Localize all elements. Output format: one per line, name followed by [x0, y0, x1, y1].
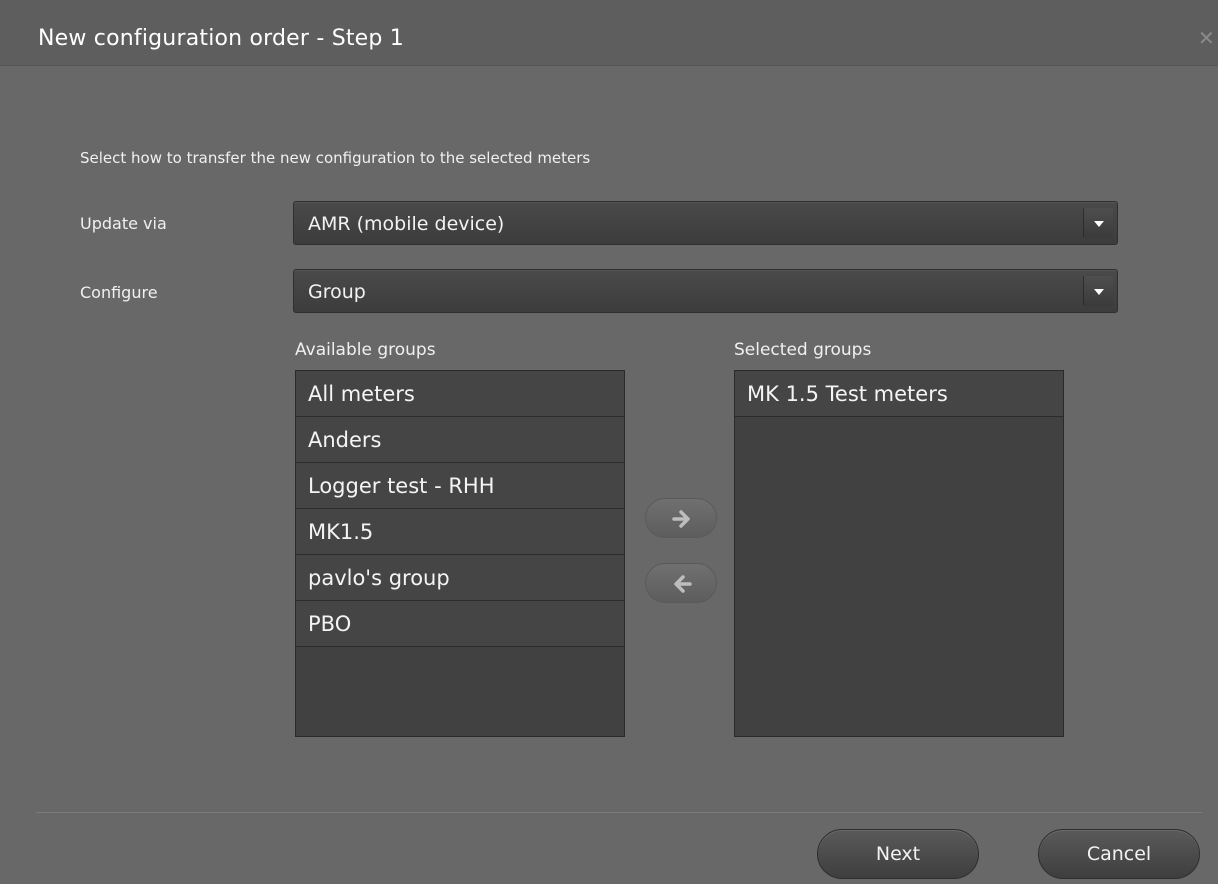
selected-groups-list[interactable]: MK 1.5 Test meters: [734, 370, 1064, 737]
list-item[interactable]: Anders: [296, 417, 624, 463]
list-item[interactable]: Logger test - RHH: [296, 463, 624, 509]
chevron-down-icon: [1094, 221, 1104, 227]
footer-separator: [36, 812, 1202, 813]
available-groups-label: Available groups: [295, 340, 436, 360]
list-item[interactable]: MK 1.5 Test meters: [735, 371, 1063, 417]
selected-groups-label: Selected groups: [734, 340, 872, 360]
add-group-button[interactable]: [645, 498, 717, 538]
close-icon[interactable]: ✕: [1198, 28, 1215, 48]
update-via-label: Update via: [80, 214, 167, 233]
next-button[interactable]: Next: [817, 829, 979, 879]
list-item[interactable]: PBO: [296, 601, 624, 647]
list-item[interactable]: All meters: [296, 371, 624, 417]
arrow-right-icon: [672, 510, 690, 528]
instruction-text: Select how to transfer the new configura…: [80, 149, 591, 167]
configure-dropdown[interactable]: Group: [293, 269, 1118, 313]
update-via-dropdown[interactable]: AMR (mobile device): [293, 201, 1118, 245]
list-item[interactable]: pavlo's group: [296, 555, 624, 601]
list-item[interactable]: MK1.5: [296, 509, 624, 555]
configure-dropdown-button[interactable]: [1083, 276, 1113, 306]
remove-group-button[interactable]: [645, 563, 717, 603]
chevron-down-icon: [1094, 289, 1104, 295]
dialog-title: New configuration order - Step 1: [38, 26, 404, 51]
available-groups-list[interactable]: All meters Anders Logger test - RHH MK1.…: [295, 370, 625, 737]
update-via-dropdown-button[interactable]: [1083, 208, 1113, 238]
configure-value: Group: [308, 281, 366, 303]
configure-label: Configure: [80, 283, 158, 302]
cancel-button[interactable]: Cancel: [1038, 829, 1200, 879]
arrow-left-icon: [674, 575, 692, 593]
update-via-value: AMR (mobile device): [308, 213, 505, 235]
dialog-titlebar: New configuration order - Step 1 ✕: [0, 0, 1218, 66]
